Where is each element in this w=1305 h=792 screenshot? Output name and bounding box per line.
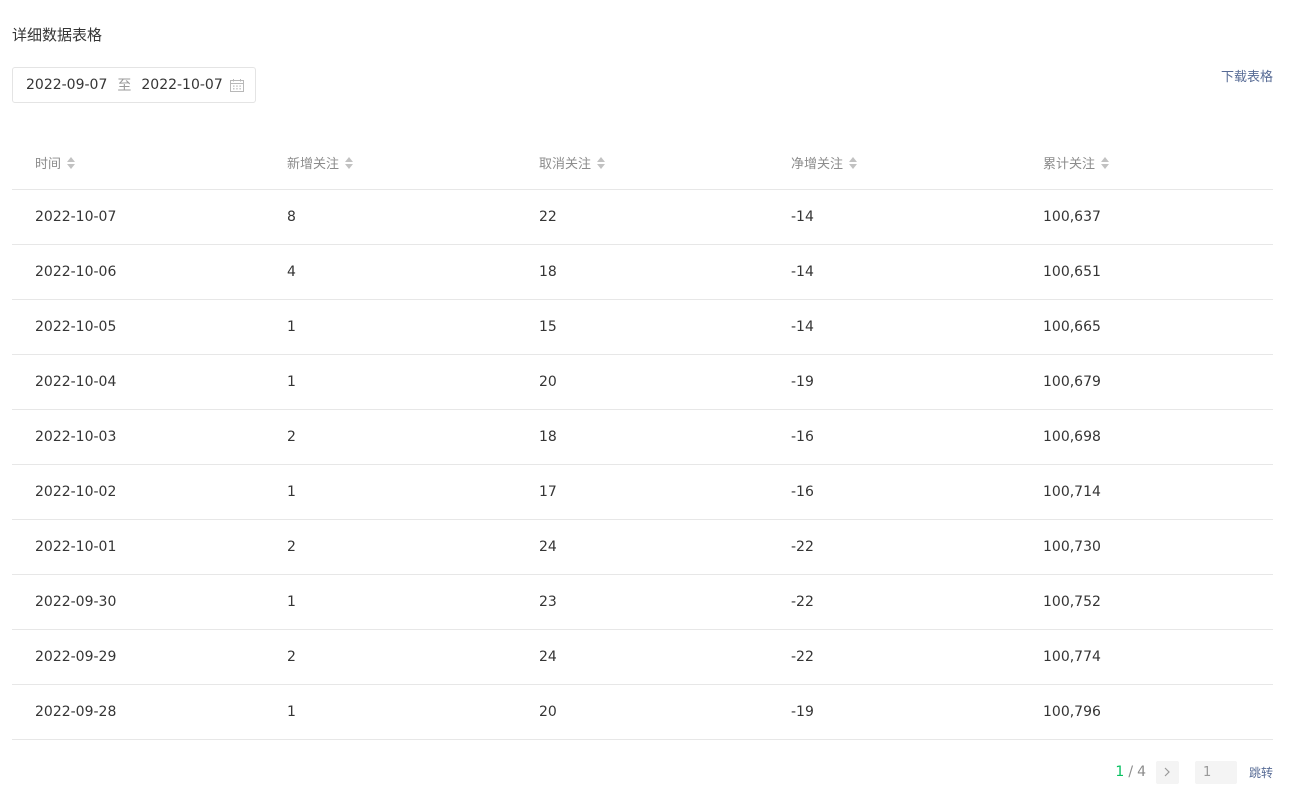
- header-total-follows[interactable]: 累计关注: [1020, 153, 1273, 172]
- cell-total: 100,637: [1043, 209, 1101, 225]
- cell-time: 2022-10-03: [35, 429, 117, 445]
- sort-icon[interactable]: [66, 156, 76, 170]
- cell-time: 2022-10-07: [35, 209, 117, 225]
- cell-net: -19: [791, 704, 814, 720]
- cell-new: 4: [287, 264, 296, 280]
- table-row: 2022-10-02 1 17 -16 100,714: [12, 465, 1273, 520]
- table-row: 2022-10-04 1 20 -19 100,679: [12, 355, 1273, 410]
- current-page: 1: [1115, 764, 1125, 780]
- table-row: 2022-09-29 2 24 -22 100,774: [12, 630, 1273, 685]
- header-label: 取消关注: [539, 157, 592, 172]
- cell-net: -22: [791, 539, 814, 555]
- cell-new: 1: [287, 594, 296, 610]
- cell-total: 100,730: [1043, 539, 1101, 555]
- cell-time: 2022-10-02: [35, 484, 117, 500]
- table-row: 2022-10-07 8 22 -14 100,637: [12, 190, 1273, 245]
- header-label: 累计关注: [1043, 157, 1096, 172]
- cell-unfollow: 17: [539, 484, 557, 500]
- header-new-follows[interactable]: 新增关注: [264, 153, 516, 172]
- calendar-icon[interactable]: [230, 79, 244, 92]
- sort-icon[interactable]: [596, 156, 606, 170]
- cell-time: 2022-10-06: [35, 264, 117, 280]
- cell-net: -16: [791, 484, 814, 500]
- cell-net: -14: [791, 209, 814, 225]
- cell-total: 100,714: [1043, 484, 1101, 500]
- cell-new: 2: [287, 649, 296, 665]
- table-row: 2022-10-01 2 24 -22 100,730: [12, 520, 1273, 575]
- cell-time: 2022-09-30: [35, 594, 117, 610]
- header-unfollows[interactable]: 取消关注: [516, 153, 768, 172]
- cell-unfollow: 22: [539, 209, 557, 225]
- cell-unfollow: 20: [539, 374, 557, 390]
- page-number-input[interactable]: [1194, 760, 1237, 784]
- chevron-right-icon: [1165, 767, 1171, 777]
- header-label: 新增关注: [287, 157, 340, 172]
- cell-net: -14: [791, 319, 814, 335]
- cell-total: 100,665: [1043, 319, 1101, 335]
- cell-unfollow: 24: [539, 649, 557, 665]
- date-range-picker[interactable]: 2022-09-07 至 2022-10-07: [12, 67, 256, 103]
- cell-total: 100,679: [1043, 374, 1101, 390]
- cell-total: 100,774: [1043, 649, 1101, 665]
- cell-unfollow: 18: [539, 429, 557, 445]
- sort-icon[interactable]: [1100, 156, 1110, 170]
- cell-new: 1: [287, 374, 296, 390]
- total-pages: 4: [1137, 764, 1146, 780]
- cell-total: 100,752: [1043, 594, 1101, 610]
- cell-time: 2022-09-28: [35, 704, 117, 720]
- cell-new: 2: [287, 539, 296, 555]
- page-separator: /: [1128, 764, 1134, 780]
- cell-new: 1: [287, 484, 296, 500]
- cell-time: 2022-10-05: [35, 319, 117, 335]
- cell-total: 100,698: [1043, 429, 1101, 445]
- cell-new: 1: [287, 319, 296, 335]
- cell-time: 2022-10-04: [35, 374, 117, 390]
- sort-icon[interactable]: [344, 156, 354, 170]
- header-label: 净增关注: [791, 157, 844, 172]
- detail-data-page: 详细数据表格 2022-09-07 至 2022-10-07 下载表格 时间 新…: [0, 0, 1305, 792]
- start-date[interactable]: 2022-09-07: [13, 68, 107, 102]
- cell-unfollow: 15: [539, 319, 557, 335]
- cell-unfollow: 23: [539, 594, 557, 610]
- cell-time: 2022-10-01: [35, 539, 117, 555]
- section-title: 详细数据表格: [12, 26, 103, 44]
- table-row: 2022-09-28 1 20 -19 100,796: [12, 685, 1273, 740]
- cell-total: 100,796: [1043, 704, 1101, 720]
- cell-unfollow: 18: [539, 264, 557, 280]
- cell-new: 8: [287, 209, 296, 225]
- cell-time: 2022-09-29: [35, 649, 117, 665]
- table-row: 2022-10-03 2 18 -16 100,698: [12, 410, 1273, 465]
- cell-unfollow: 20: [539, 704, 557, 720]
- cell-net: -16: [791, 429, 814, 445]
- sort-icon[interactable]: [848, 156, 858, 170]
- data-table: 时间 新增关注 取消关注 净增关注 累计关注 2022-10-07 8 22 -…: [12, 136, 1273, 740]
- download-table-link[interactable]: 下载表格: [1221, 69, 1273, 87]
- cell-net: -22: [791, 594, 814, 610]
- table-row: 2022-10-06 4 18 -14 100,651: [12, 245, 1273, 300]
- end-date[interactable]: 2022-10-07: [141, 68, 222, 102]
- cell-net: -14: [791, 264, 814, 280]
- pagination: 1 / 4 跳转: [1115, 760, 1273, 784]
- cell-net: -19: [791, 374, 814, 390]
- header-label: 时间: [35, 157, 62, 172]
- cell-new: 1: [287, 704, 296, 720]
- date-separator: 至: [117, 78, 132, 94]
- cell-unfollow: 24: [539, 539, 557, 555]
- table-row: 2022-10-05 1 15 -14 100,665: [12, 300, 1273, 355]
- next-page-button[interactable]: [1155, 760, 1179, 784]
- table-header: 时间 新增关注 取消关注 净增关注 累计关注: [12, 136, 1273, 190]
- cell-new: 2: [287, 429, 296, 445]
- header-net-follows[interactable]: 净增关注: [768, 153, 1020, 172]
- table-row: 2022-09-30 1 23 -22 100,752: [12, 575, 1273, 630]
- jump-button[interactable]: 跳转: [1249, 764, 1273, 781]
- header-time[interactable]: 时间: [12, 153, 264, 172]
- cell-total: 100,651: [1043, 264, 1101, 280]
- cell-net: -22: [791, 649, 814, 665]
